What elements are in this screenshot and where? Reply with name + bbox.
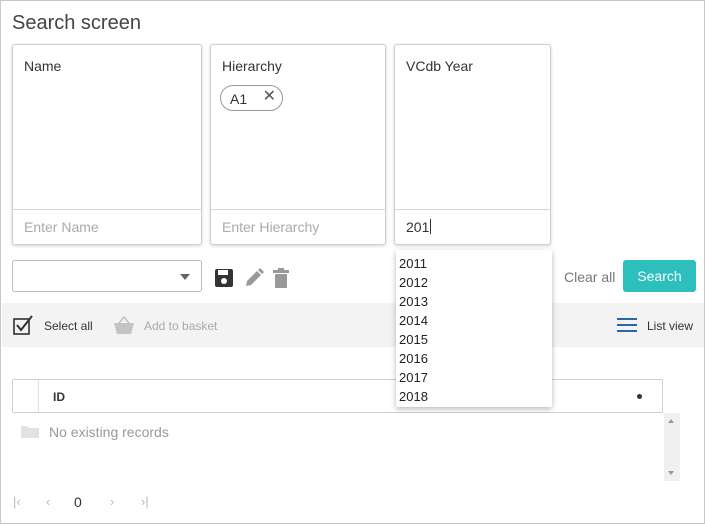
- folder-icon: [21, 426, 39, 438]
- year-option[interactable]: 2014: [396, 311, 552, 330]
- year-option[interactable]: 2015: [396, 330, 552, 349]
- next-page-icon[interactable]: ›: [110, 494, 114, 509]
- empty-message: No existing records: [49, 424, 169, 440]
- year-autocomplete-dropdown: 2011 2012 2013 2014 2015 2016 2017 2018: [396, 250, 552, 407]
- delete-icon[interactable]: [272, 268, 290, 288]
- name-card: Name Enter Name: [12, 44, 202, 245]
- vcdb-year-card: VCdb Year 201: [394, 44, 551, 245]
- results-toolbar: Select all Add to basket List view: [2, 303, 704, 347]
- year-option[interactable]: 2016: [396, 349, 552, 368]
- select-all-icon[interactable]: [13, 314, 35, 336]
- search-screen: Search screen Name Enter Name Hierarchy …: [0, 0, 705, 524]
- page-title: Search screen: [12, 12, 141, 34]
- year-option[interactable]: 2011: [396, 254, 552, 273]
- hierarchy-label: Hierarchy: [222, 58, 282, 74]
- chip-label: A1: [230, 91, 248, 107]
- grid-check-column[interactable]: [13, 380, 39, 412]
- hierarchy-chip: A1 ✕: [220, 85, 283, 111]
- vcdb-year-value: 201: [406, 219, 430, 235]
- year-options: 2011 2012 2013 2014 2015 2016 2017 2018: [396, 250, 552, 406]
- name-input[interactable]: Enter Name: [13, 209, 201, 244]
- grid-scrollbar[interactable]: [664, 413, 680, 481]
- search-button[interactable]: Search: [623, 260, 696, 292]
- results-grid-header: ID: [12, 379, 663, 413]
- saved-search-select[interactable]: [12, 260, 202, 292]
- year-option[interactable]: 2018: [396, 387, 552, 406]
- page-number: 0: [74, 494, 82, 510]
- scroll-down-icon[interactable]: [668, 471, 674, 475]
- add-to-basket-button[interactable]: Add to basket: [144, 319, 217, 333]
- first-page-icon[interactable]: |‹: [13, 494, 21, 509]
- list-view-icon[interactable]: [617, 318, 637, 332]
- year-option[interactable]: 2017: [396, 368, 552, 387]
- last-page-icon[interactable]: ›|: [141, 494, 149, 509]
- clear-all-button[interactable]: Clear all: [564, 269, 615, 285]
- column-header-id[interactable]: ID: [53, 390, 65, 404]
- vcdb-year-label: VCdb Year: [406, 58, 473, 74]
- save-icon[interactable]: [214, 268, 234, 288]
- list-view-button[interactable]: List view: [647, 319, 693, 333]
- basket-icon: [114, 315, 134, 334]
- name-label: Name: [24, 58, 62, 74]
- hierarchy-card: Hierarchy A1 ✕ Enter Hierarchy: [210, 44, 386, 245]
- hierarchy-input[interactable]: Enter Hierarchy: [211, 209, 385, 244]
- year-option[interactable]: 2013: [396, 292, 552, 311]
- edit-icon[interactable]: [244, 268, 264, 288]
- empty-state: No existing records: [21, 424, 169, 441]
- chevron-down-icon: [180, 274, 190, 280]
- column-menu-icon[interactable]: [637, 394, 642, 399]
- year-option[interactable]: 2012: [396, 273, 552, 292]
- vcdb-year-input[interactable]: 201: [395, 209, 550, 244]
- select-all-button[interactable]: Select all: [44, 319, 93, 333]
- chip-remove-icon[interactable]: ✕: [263, 87, 276, 107]
- prev-page-icon[interactable]: ‹: [46, 494, 50, 509]
- text-caret: [430, 219, 432, 234]
- scroll-up-icon[interactable]: [668, 419, 674, 423]
